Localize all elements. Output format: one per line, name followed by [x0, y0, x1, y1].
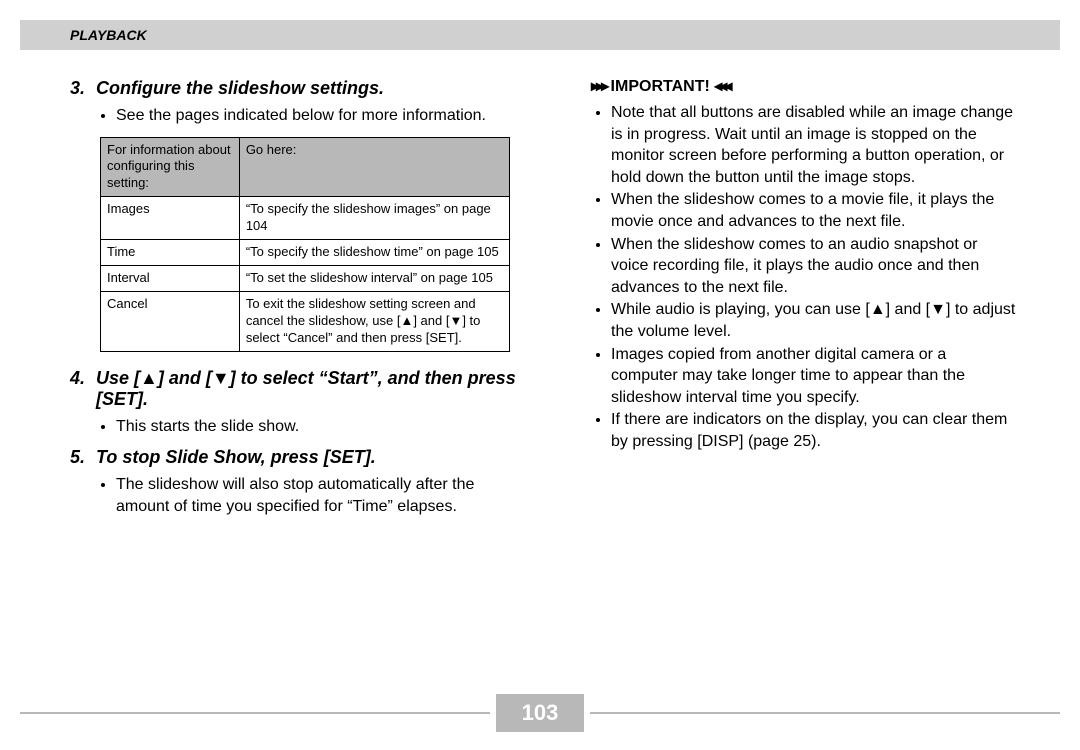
table-row: Interval “To set the slideshow interval”… [101, 265, 510, 291]
step-3-title: Configure the slideshow settings. [96, 78, 521, 99]
table-row: Images “To specify the slideshow images”… [101, 197, 510, 240]
step-5-heading: 5. To stop Slide Show, press [SET]. [70, 447, 521, 468]
step-4: 4. Use [▲] and [▼] to select “Start”, an… [70, 368, 521, 438]
double-right-arrow-icon: ▸▸▸ [591, 78, 606, 95]
list-item: Images copied from another digital camer… [611, 344, 1016, 409]
step-3: 3. Configure the slideshow settings. See… [70, 78, 521, 352]
list-item: While audio is playing, you can use [▲] … [611, 299, 1016, 342]
step-5-number: 5. [70, 447, 96, 468]
step-3-bullets: See the pages indicated below for more i… [116, 105, 521, 127]
table-cell: Interval [101, 265, 240, 291]
footer-rule-right [590, 712, 1060, 714]
step-3-number: 3. [70, 78, 96, 99]
table-cell: Time [101, 240, 240, 266]
step-3-heading: 3. Configure the slideshow settings. [70, 78, 521, 99]
footer-rule-left [20, 712, 490, 714]
table-header-2: Go here: [239, 137, 509, 197]
step-4-title: Use [▲] and [▼] to select “Start”, and t… [96, 368, 521, 410]
list-item: When the slideshow comes to an audio sna… [611, 234, 1016, 299]
step-4-bullets: This starts the slide show. [116, 416, 521, 438]
step-5-bullet-1: The slideshow will also stop automatical… [116, 474, 521, 517]
table-row: Cancel To exit the slideshow setting scr… [101, 291, 510, 351]
section-header-text: PLAYBACK [20, 27, 147, 43]
table-cell: Cancel [101, 291, 240, 351]
step-4-number: 4. [70, 368, 96, 389]
double-left-arrow-icon: ◂◂◂ [714, 78, 729, 95]
step-5: 5. To stop Slide Show, press [SET]. The … [70, 447, 521, 517]
important-heading: ▸▸▸ IMPORTANT! ◂◂◂ [591, 76, 1016, 96]
settings-reference-table: For information about configuring this s… [100, 137, 510, 352]
important-label: IMPORTANT! [611, 78, 710, 95]
table-cell: Images [101, 197, 240, 240]
list-item: If there are indicators on the display, … [611, 409, 1016, 452]
table-cell: To exit the slideshow setting screen and… [239, 291, 509, 351]
table-row: Time “To specify the slideshow time” on … [101, 240, 510, 266]
section-header-bar: PLAYBACK [20, 20, 1060, 50]
table-header-1: For information about configuring this s… [101, 137, 240, 197]
table-header-row: For information about configuring this s… [101, 137, 510, 197]
step-4-bullet-1: This starts the slide show. [116, 416, 521, 438]
page-footer: 103 [20, 694, 1060, 732]
left-column: 3. Configure the slideshow settings. See… [50, 70, 535, 527]
list-item: When the slideshow comes to a movie file… [611, 189, 1016, 232]
page-number: 103 [496, 694, 585, 732]
table-cell: “To set the slideshow interval” on page … [239, 265, 509, 291]
list-item: Note that all buttons are disabled while… [611, 102, 1016, 188]
table-cell: “To specify the slideshow images” on pag… [239, 197, 509, 240]
page-content: 3. Configure the slideshow settings. See… [0, 50, 1080, 527]
step-4-heading: 4. Use [▲] and [▼] to select “Start”, an… [70, 368, 521, 410]
step-5-title: To stop Slide Show, press [SET]. [96, 447, 521, 468]
table-cell: “To specify the slideshow time” on page … [239, 240, 509, 266]
important-notes-list: Note that all buttons are disabled while… [611, 102, 1016, 453]
right-column: ▸▸▸ IMPORTANT! ◂◂◂ Note that all buttons… [535, 70, 1030, 527]
step-3-bullet-1: See the pages indicated below for more i… [116, 105, 521, 127]
step-5-bullets: The slideshow will also stop automatical… [116, 474, 521, 517]
